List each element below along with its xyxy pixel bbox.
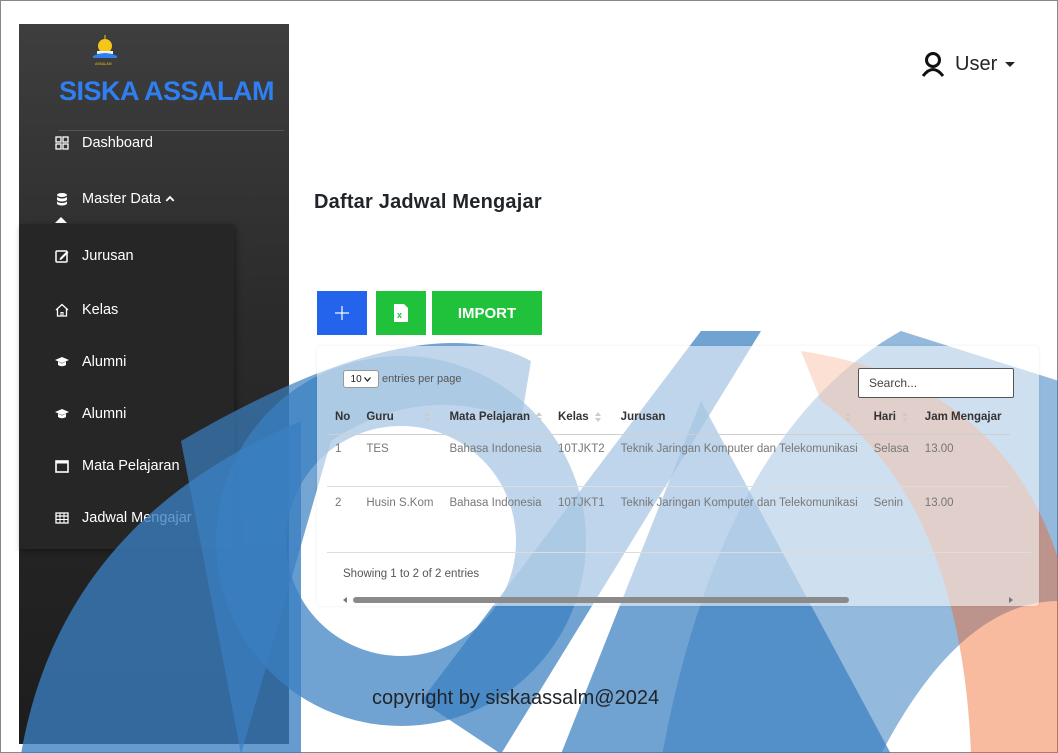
horizontal-scrollbar[interactable]: [343, 596, 1013, 604]
user-icon: [921, 52, 945, 77]
user-label: User: [955, 52, 998, 75]
column-header-guru[interactable]: Guru: [358, 402, 442, 435]
column-header-jam-mengajar[interactable]: Jam Mengajar: [916, 402, 1010, 435]
entries-per-page: 10 entries per page: [343, 370, 462, 388]
column-header-jurusan[interactable]: Jurusan: [612, 402, 866, 435]
sidebar-item-kelas[interactable]: Kelas: [54, 298, 118, 322]
sidebar-item-label: Kelas: [82, 302, 119, 318]
cell-no: 1: [327, 434, 359, 487]
dashboard-icon: [55, 136, 69, 150]
home-icon: [55, 303, 69, 317]
add-button[interactable]: [317, 291, 367, 335]
cell-kelas: 10TJKT2: [550, 434, 613, 487]
sidebar-item-jadwal-mengajar[interactable]: Jadwal Mengajar: [54, 506, 192, 530]
sidebar-item-label: Dashboard: [82, 135, 153, 151]
sidebar-item-label: Alumni: [82, 406, 127, 422]
cell-jurusan: Teknik Jaringan Komputer dan Telekomunik…: [612, 434, 866, 487]
cell-guru: TES: [358, 434, 442, 487]
sidebar-item-mata-pelajaran[interactable]: Mata Pelajaran: [54, 454, 180, 478]
schedule-table: No Guru Mata Pelajaran Kelas Jurusan Har…: [327, 402, 1010, 550]
table-header-row: No Guru Mata Pelajaran Kelas Jurusan Har…: [327, 402, 1010, 435]
sidebar-item-label: Alumni: [82, 354, 127, 370]
table-row: 1 TES Bahasa Indonesia 10TJKT2 Teknik Ja…: [327, 434, 1010, 487]
sidebar-item-label: Mata Pelajaran: [82, 458, 180, 474]
svg-text:x: x: [397, 310, 402, 320]
table-row: 2 Husin S.Kom Bahasa Indonesia 10TJKT1 T…: [327, 486, 1010, 550]
graduation-cap-icon: [55, 409, 69, 419]
column-header-hari[interactable]: Hari: [865, 402, 917, 435]
svg-text:ASSALAM: ASSALAM: [95, 62, 112, 66]
caret-up-icon: [55, 217, 67, 223]
sidebar: ASSALAM SISKA ASSALAM Dashboard Master D…: [19, 24, 289, 744]
excel-file-icon: x: [394, 304, 408, 322]
column-label: No: [335, 410, 351, 423]
app-window: ASSALAM SISKA ASSALAM Dashboard Master D…: [0, 0, 1058, 753]
sort-icon: [845, 411, 852, 422]
scroll-left-icon[interactable]: [343, 597, 347, 603]
sidebar-item-jurusan[interactable]: Jurusan: [54, 244, 134, 268]
column-label: Jam Mengajar: [924, 410, 1002, 423]
cell-hari: Selasa: [865, 434, 917, 487]
entries-label: entries per page: [382, 373, 462, 385]
search-input[interactable]: Search...: [858, 368, 1014, 398]
column-label: Jurusan: [620, 410, 666, 423]
page-title: Daftar Jadwal Mengajar: [314, 191, 542, 213]
calendar-icon: [55, 460, 69, 473]
column-label: Guru: [366, 410, 394, 423]
table-info: Showing 1 to 2 of 2 entries: [343, 568, 480, 580]
table-divider: [327, 552, 1031, 553]
sidebar-item-label: Jurusan: [82, 248, 134, 264]
export-excel-button[interactable]: x: [376, 291, 426, 335]
column-header-mata-pelajaran[interactable]: Mata Pelajaran: [441, 402, 550, 435]
sidebar-item-dashboard[interactable]: Dashboard: [54, 131, 153, 155]
import-button[interactable]: IMPORT: [432, 291, 542, 335]
edit-icon: [55, 250, 69, 263]
sidebar-item-label: Jadwal Mengajar: [82, 510, 192, 526]
database-icon: [57, 193, 67, 206]
scroll-right-icon[interactable]: [1009, 597, 1013, 603]
cell-guru: Husin S.Kom: [366, 496, 434, 509]
sort-icon: [594, 411, 601, 422]
cell-no: 2: [335, 496, 342, 509]
plus-icon: [335, 306, 349, 320]
column-header-kelas[interactable]: Kelas: [550, 402, 613, 435]
table-icon: [55, 512, 69, 524]
sort-icon: [423, 411, 430, 422]
caret-down-icon: [1005, 61, 1016, 67]
column-label: Hari: [873, 410, 896, 423]
cell-mata-pelajaran: Bahasa Indonesia: [449, 496, 542, 509]
column-label: Kelas: [558, 410, 589, 423]
cell-jam-mengajar: 13.00: [924, 496, 954, 509]
cell-jurusan: Teknik Jaringan Komputer dan Telekomunik…: [620, 496, 858, 509]
column-label: Mata Pelajaran: [449, 410, 530, 423]
cell-jam-mengajar: 13.00: [916, 434, 1010, 487]
entries-select[interactable]: 10: [343, 370, 379, 388]
sidebar-item-alumni[interactable]: Alumni: [54, 350, 126, 374]
user-menu[interactable]: User: [921, 51, 1016, 77]
sort-icon: [902, 411, 908, 422]
master-data-submenu: Jurusan Kelas Alumni Alumni Mata Pelajar…: [19, 224, 234, 549]
entries-value: 10: [350, 373, 362, 385]
sidebar-item-alumni-2[interactable]: Alumni: [54, 402, 126, 426]
table-card: 10 entries per page Search... No Guru Ma…: [317, 346, 1039, 606]
graduation-cap-icon: [55, 357, 69, 367]
app-title: SISKA ASSALAM: [59, 76, 275, 106]
sidebar-item-master-data[interactable]: Master Data: [54, 187, 175, 211]
column-header-no[interactable]: No: [327, 402, 359, 435]
scrollbar-thumb[interactable]: [353, 597, 849, 603]
sort-icon: [536, 411, 542, 422]
chevron-down-icon: [364, 376, 372, 382]
chevron-up-icon: [165, 195, 175, 202]
footer-copyright: copyright by siskaassalm@2024: [372, 687, 660, 709]
sidebar-item-label: Master Data: [82, 191, 161, 207]
cell-kelas: 10TJKT1: [558, 496, 605, 509]
cell-hari: Senin: [873, 496, 904, 509]
cell-mata-pelajaran: Bahasa Indonesia: [441, 434, 550, 487]
